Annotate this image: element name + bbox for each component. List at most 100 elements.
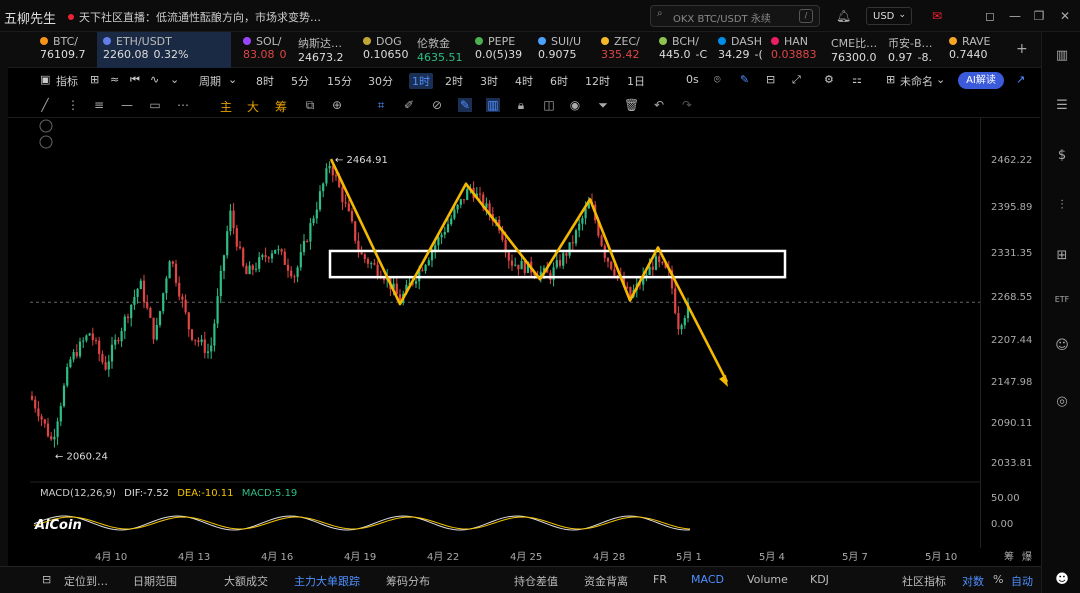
currency-select[interactable]: USD ⌄ bbox=[866, 7, 912, 25]
bottom-item-7[interactable]: FR bbox=[653, 573, 667, 586]
bottom-item-9[interactable]: Volume bbox=[747, 573, 788, 586]
search-input[interactable]: ⌕ OKX BTC/USDT 永续 / bbox=[650, 5, 820, 27]
chart-type-icon[interactable]: ⊞ bbox=[90, 73, 99, 86]
expand-icon[interactable] bbox=[39, 135, 53, 149]
zoom-icon[interactable]: ⊕ bbox=[330, 98, 344, 112]
dollar-icon[interactable]: $ bbox=[1054, 148, 1070, 164]
hide-icon[interactable]: ◫ bbox=[542, 98, 556, 112]
robot-icon[interactable]: ☺ bbox=[1054, 338, 1070, 354]
add-ticker-icon[interactable]: + bbox=[1016, 41, 1028, 57]
horizontal-line-icon[interactable]: — bbox=[120, 98, 134, 112]
layout-icon[interactable]: ⚏ bbox=[852, 73, 862, 86]
calendar-icon[interactable]: ⊟ bbox=[42, 573, 51, 586]
bottom-item-12[interactable]: 对数 bbox=[962, 573, 984, 589]
undo-icon[interactable]: ↶ bbox=[652, 98, 666, 112]
indicator-button[interactable]: 指标 bbox=[56, 73, 78, 89]
bell-icon[interactable]: 🔔︎ bbox=[836, 9, 851, 23]
big-order-label[interactable]: 大 bbox=[246, 98, 260, 115]
minimize-icon[interactable]: — bbox=[1008, 9, 1022, 23]
ticker-14[interactable]: RAVE 0.7440 bbox=[949, 32, 1001, 68]
chevron-down-icon[interactable]: ⌄ bbox=[936, 73, 945, 86]
ticker-4[interactable]: DOG 0.10650 bbox=[363, 32, 413, 68]
redo-icon[interactable]: ↷ bbox=[680, 98, 694, 112]
interval-8[interactable]: 6时 bbox=[550, 73, 568, 89]
grid-icon[interactable]: ⊟ bbox=[766, 73, 775, 86]
camera-icon[interactable]: ⌾ bbox=[714, 73, 721, 87]
interval-10[interactable]: 1日 bbox=[627, 73, 645, 89]
bottom-item-0[interactable]: 定位到… bbox=[64, 573, 108, 589]
bottom-item-2[interactable]: 大额成交 bbox=[224, 573, 268, 589]
multi-line-icon[interactable]: ⋮ bbox=[66, 98, 80, 112]
indicator-icon[interactable]: ▣ bbox=[40, 73, 50, 86]
magnet-icon[interactable]: ⌗ bbox=[374, 98, 388, 113]
ticker-2[interactable]: SOL/83.08 0 bbox=[243, 32, 295, 68]
ticker-8[interactable]: ZEC/335.42 bbox=[601, 32, 656, 68]
chevron-down-icon[interactable]: ⌄ bbox=[228, 73, 237, 86]
interval-2[interactable]: 15分 bbox=[327, 73, 352, 89]
ticker-7[interactable]: SUI/U 0.9075 bbox=[538, 32, 598, 68]
compare-icon[interactable]: ≈ bbox=[110, 73, 119, 86]
wave-icon[interactable]: ∿ bbox=[150, 73, 159, 86]
bottom-item-1[interactable]: 日期范围 bbox=[133, 573, 177, 589]
interval-1[interactable]: 5分 bbox=[291, 73, 309, 89]
ticker-5[interactable]: 伦敦金 4635.51 bbox=[417, 32, 472, 68]
ticker-13[interactable]: 币安-B… 0.97 -8. bbox=[888, 32, 946, 68]
ticker-11[interactable]: HAN 0.03883 bbox=[771, 32, 827, 68]
layout-name[interactable]: 未命名 bbox=[900, 73, 933, 89]
ticker-6[interactable]: PEPE 0.0(5)39 bbox=[475, 32, 535, 68]
bottom-item-5[interactable]: 持仓差值 bbox=[514, 573, 558, 589]
path-icon[interactable]: ⋯ bbox=[176, 98, 190, 112]
compass-icon[interactable]: ◎ bbox=[1054, 394, 1070, 410]
interval-9[interactable]: 12时 bbox=[585, 73, 610, 89]
measure-icon[interactable]: ✐ bbox=[402, 98, 416, 112]
bottom-item-4[interactable]: 筹码分布 bbox=[386, 573, 430, 589]
bottom-item-8[interactable]: MACD bbox=[691, 573, 724, 586]
notes-icon[interactable]: ☰ bbox=[1054, 98, 1070, 114]
assistant-icon[interactable]: ☻ bbox=[1054, 572, 1070, 588]
trash-icon[interactable]: 🗑︎ bbox=[624, 98, 639, 112]
bottom-item-13[interactable]: % bbox=[993, 573, 1003, 586]
interval-7[interactable]: 4时 bbox=[515, 73, 533, 89]
share-icon[interactable]: ↗ bbox=[1016, 73, 1025, 86]
ticker-1[interactable]: ETH/USDT 2260.08 0.32% bbox=[97, 32, 231, 68]
ticker-10[interactable]: DASH 34.29 -( bbox=[718, 32, 768, 68]
chevron-down-icon[interactable]: ⌄ bbox=[170, 73, 179, 86]
bottom-item-6[interactable]: 资金背离 bbox=[584, 573, 628, 589]
main-force-label[interactable]: 主 bbox=[219, 98, 233, 115]
stats-icon[interactable]: ⫶ bbox=[1054, 198, 1070, 214]
rectangle-icon[interactable]: ▭ bbox=[148, 98, 162, 112]
visibility-icon[interactable]: ◉ bbox=[568, 98, 582, 112]
settings-icon[interactable]: ⚙ bbox=[824, 73, 834, 86]
interval-4[interactable]: 1时 bbox=[409, 73, 433, 89]
interval-3[interactable]: 30分 bbox=[368, 73, 393, 89]
interval-0[interactable]: 8时 bbox=[256, 73, 274, 89]
pencil-icon[interactable]: ✎ bbox=[740, 73, 749, 86]
interval-5[interactable]: 2时 bbox=[445, 73, 463, 89]
copy-icon[interactable]: ⧉ bbox=[303, 98, 317, 113]
continuous-draw-icon[interactable]: ▥ bbox=[486, 98, 500, 112]
draw-mode-icon[interactable]: ✎ bbox=[458, 98, 472, 112]
chip-corner-label[interactable]: 筹 bbox=[1004, 548, 1014, 563]
ai-interpret-button[interactable]: AI解读 bbox=[958, 72, 1004, 89]
bottom-item-11[interactable]: 社区指标 bbox=[902, 573, 946, 589]
interval-6[interactable]: 3时 bbox=[480, 73, 498, 89]
liquidation-corner-label[interactable]: 爆 bbox=[1022, 548, 1032, 563]
price-chart[interactable]: ← 2464.91 ← 2060.24 bbox=[30, 118, 980, 548]
ticker-12[interactable]: CME比… 76300.0 bbox=[831, 32, 885, 68]
restore-icon[interactable]: ❐ bbox=[1032, 9, 1046, 23]
price-axis[interactable]: 2462.22 2395.89 2331.35 2268.55 2207.44 2147.… bbox=[980, 118, 1040, 548]
ticker-0[interactable]: BTC/76109.7 bbox=[40, 32, 95, 68]
layout-icon[interactable]: ▥ bbox=[1054, 48, 1070, 64]
window-icon[interactable]: ◻ bbox=[983, 9, 997, 23]
live-broadcast[interactable]: 天下社区直播：低流通性酝酿方向，市场求变势… bbox=[68, 9, 321, 25]
rewind-icon[interactable]: ⏮ bbox=[130, 73, 140, 87]
chip-label[interactable]: 筹 bbox=[274, 98, 288, 115]
grid-icon[interactable]: ⊞ bbox=[1054, 248, 1070, 264]
collapse-icon[interactable] bbox=[39, 119, 53, 133]
ticker-3[interactable]: 纳斯达… 24673.2 bbox=[298, 32, 360, 68]
horizontal-lines-icon[interactable]: ≡ bbox=[92, 98, 106, 112]
bottom-item-10[interactable]: KDJ bbox=[810, 573, 829, 586]
bottom-item-3[interactable]: 主力大单跟踪 bbox=[294, 573, 360, 589]
period-button[interactable]: 周期 bbox=[199, 73, 221, 89]
close-icon[interactable]: ✕ bbox=[1058, 9, 1072, 23]
